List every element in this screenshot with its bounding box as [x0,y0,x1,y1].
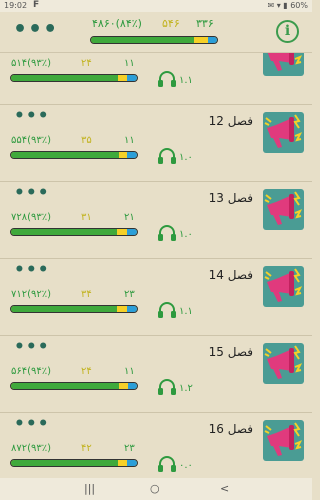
chapter-progress-bar [10,74,138,82]
progress-blue-segment [126,152,137,158]
chapter-title: فصل 12 [208,114,253,128]
chapter-title: فصل 13 [208,191,253,205]
row-menu-icon[interactable]: ••• [14,416,50,433]
overall-stats: ۴۸۶۰(۸۴٪) ۵۴۶ ۳۳۶ [92,17,220,31]
headphones-icon[interactable] [157,224,177,242]
info-icon[interactable]: i [276,20,299,43]
headphones-icon[interactable] [157,301,177,319]
chapter-mid: ۳۵ [81,135,92,146]
home-button[interactable]: ○ [150,482,160,495]
progress-green-segment [11,152,120,158]
progress-blue-segment [126,229,137,235]
megaphone-icon[interactable] [263,343,304,384]
megaphone-icon[interactable] [263,189,304,230]
chapter-mid: ۲۴ [81,366,92,377]
chapter-mid: ۴۲ [81,443,92,454]
chapter-progress-bar [10,151,138,159]
chapter-mid: ۳۴ [81,289,92,300]
progress-blue-segment [126,460,137,466]
chapter-list: ••• ۵۱۴(۹۳٪) ۲۴ ۱۱ [0,53,312,478]
headphones-icon[interactable] [157,70,177,88]
status-time: 19:02 [4,1,28,10]
chapter-row[interactable]: ••• فصل 15 ۵۶۴(۹۴٪) ۲۴ ۱۱ ۱.۲ [0,336,312,413]
chapter-stats: ۵۶۴(۹۴٪) ۲۴ ۱۱ [11,366,137,379]
headphones-icon[interactable] [157,147,177,165]
headphones-icon[interactable] [157,378,177,396]
overall-low: ۳۳۶ [196,17,214,30]
app-notification-icon: F [33,0,40,10]
back-button[interactable]: < [220,482,229,495]
overall-total: ۴۸۶۰(۸۴٪) [92,17,142,30]
progress-green-segment [11,75,119,81]
chapter-total: ۷۲۸(۹۳٪) [11,212,52,223]
chapter-stats: ۷۱۲(۹۲٪) ۳۴ ۲۳ [11,289,137,302]
chapter-row[interactable]: ••• فصل 14 ۷۱۲(۹۲٪) ۳۴ ۲۳ ۱.۱ [0,259,312,336]
chapter-version: ۱.۱ [179,75,193,86]
status-indicators: ✉ ▾ ▮ 60% [267,1,308,10]
chapter-row[interactable]: ••• فصل 13 ۷۲۸(۹۳٪) ۳۱ ۲۱ ۱.۰ [0,182,312,259]
overall-progress-bar [90,36,218,44]
system-nav-bar: ||| ○ < [0,478,312,500]
chapter-row[interactable]: ••• فصل 16 ۸۷۲(۹۳٪) ۴۲ ۲۳ ۰.۰ [0,413,312,478]
recent-apps-button[interactable]: ||| [84,482,95,495]
chapter-low: ۲۳ [124,443,135,454]
row-menu-icon[interactable]: ••• [14,185,50,202]
chapter-title: فصل 14 [208,268,253,282]
chapter-title: فصل 15 [208,345,253,359]
chapter-total: ۵۱۴(۹۳٪) [11,58,52,69]
progress-green-segment [11,306,117,312]
chapter-progress-bar [10,382,138,390]
chapter-total: ۵۶۴(۹۴٪) [11,366,52,377]
overflow-menu-icon[interactable]: ••• [13,19,58,41]
row-menu-icon[interactable]: ••• [14,108,50,125]
chapter-total: ۷۱۲(۹۲٪) [11,289,52,300]
progress-green-segment [11,460,119,466]
chapter-version: ۰.۰ [179,460,193,471]
chapter-version: ۱.۰ [179,152,193,163]
chapter-total: ۵۵۴(۹۳٪) [11,135,52,146]
megaphone-icon[interactable] [263,266,304,307]
chapter-low: ۲۱ [124,212,135,223]
row-menu-icon[interactable]: ••• [14,339,50,356]
chapter-version: ۱.۰ [179,229,193,240]
headphones-icon[interactable] [157,455,177,473]
megaphone-icon[interactable] [263,420,304,461]
chapter-progress-bar [10,228,138,236]
chapter-low: ۲۳ [124,289,135,300]
chapter-row[interactable]: ••• ۵۱۴(۹۳٪) ۲۴ ۱۱ [0,53,312,105]
chapter-row[interactable]: ••• فصل 12 ۵۵۴(۹۳٪) ۳۵ ۱۱ ۱.۰ [0,105,312,182]
chapter-stats: ۵۱۴(۹۳٪) ۲۴ ۱۱ [11,58,137,71]
progress-green-segment [11,229,117,235]
top-bar: ••• ۴۸۶۰(۸۴٪) ۵۴۶ ۳۳۶ i [0,12,312,53]
progress-blue-segment [208,37,217,43]
progress-blue-segment [126,306,137,312]
chapter-stats: ۸۷۲(۹۳٪) ۴۲ ۲۳ [11,443,137,456]
megaphone-icon[interactable] [263,53,304,76]
row-menu-icon[interactable]: ••• [14,262,50,279]
progress-green-segment [91,37,195,43]
chapter-stats: ۵۵۴(۹۳٪) ۳۵ ۱۱ [11,135,137,148]
chapter-progress-bar [10,305,138,313]
chapter-version: ۱.۱ [179,306,193,317]
chapter-mid: ۲۴ [81,58,92,69]
progress-green-segment [11,383,120,389]
overall-mid: ۵۴۶ [162,17,180,30]
chapter-mid: ۳۱ [81,212,92,223]
chapter-version: ۱.۲ [179,383,193,394]
chapter-low: ۱۱ [124,58,135,69]
chapter-low: ۱۱ [124,135,135,146]
progress-blue-segment [128,383,137,389]
chapter-stats: ۷۲۸(۹۳٪) ۳۱ ۲۱ [11,212,137,225]
megaphone-icon[interactable] [263,112,304,153]
chapter-total: ۸۷۲(۹۳٪) [11,443,52,454]
progress-blue-segment [126,75,137,81]
chapter-low: ۱۱ [124,366,135,377]
chapter-title: فصل 16 [208,422,253,436]
chapter-progress-bar [10,459,138,467]
status-bar: 19:02 F ✉ ▾ ▮ 60% [0,0,312,12]
